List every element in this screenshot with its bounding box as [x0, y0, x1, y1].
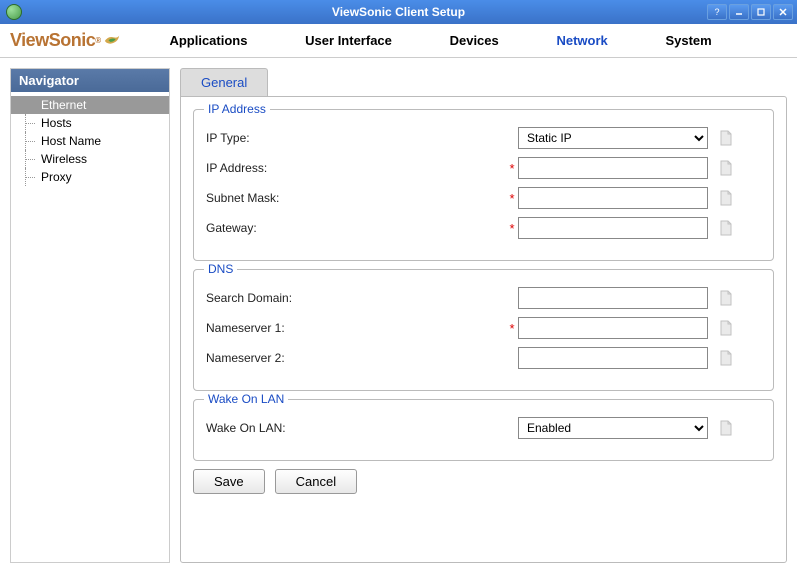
topnav-system[interactable]: System [657, 29, 719, 52]
gateway-label: Gateway: [206, 221, 506, 235]
wol-label: Wake On LAN: [206, 421, 506, 435]
sidebar-item-hosts[interactable]: Hosts [11, 114, 169, 132]
general-panel: IP Address IP Type: Static IP IP Address… [180, 96, 787, 563]
topnav-network[interactable]: Network [548, 29, 615, 52]
brand-name: ViewSonic [10, 30, 95, 51]
search-domain-row: Search Domain: [206, 286, 761, 310]
nameserver1-required: * [506, 321, 518, 336]
sidebar-item-ethernet[interactable]: Ethernet [11, 96, 169, 114]
window-minimize-button[interactable] [729, 4, 749, 20]
file-icon[interactable] [716, 218, 736, 238]
navigator-sidebar: Navigator Ethernet Hosts Host Name Wirel… [10, 68, 170, 563]
wol-group: Wake On LAN Wake On LAN: Enabled [193, 399, 774, 461]
subnet-mask-required: * [506, 191, 518, 206]
nameserver2-label: Nameserver 2: [206, 351, 506, 365]
nameserver2-input[interactable] [518, 347, 708, 369]
dns-legend: DNS [204, 262, 237, 276]
sidebar-header: Navigator [11, 69, 169, 92]
file-icon[interactable] [716, 348, 736, 368]
sidebar-item-proxy[interactable]: Proxy [11, 168, 169, 186]
file-icon[interactable] [716, 288, 736, 308]
nameserver1-row: Nameserver 1: * [206, 316, 761, 340]
app-orb-icon [6, 4, 22, 20]
search-domain-label: Search Domain: [206, 291, 506, 305]
wol-select[interactable]: Enabled [518, 417, 708, 439]
topnav-applications[interactable]: Applications [161, 29, 255, 52]
gateway-row: Gateway: * [206, 216, 761, 240]
save-button[interactable]: Save [193, 469, 265, 494]
brand-registered: ® [95, 36, 100, 45]
nameserver1-label: Nameserver 1: [206, 321, 506, 335]
subnet-mask-label: Subnet Mask: [206, 191, 506, 205]
sidebar-item-host-name[interactable]: Host Name [11, 132, 169, 150]
file-icon[interactable] [716, 418, 736, 438]
search-domain-input[interactable] [518, 287, 708, 309]
ip-address-legend: IP Address [204, 102, 270, 116]
subnet-mask-row: Subnet Mask: * [206, 186, 761, 210]
nameserver1-input[interactable] [518, 317, 708, 339]
subnet-mask-input[interactable] [518, 187, 708, 209]
button-row: Save Cancel [193, 469, 774, 494]
ip-address-row: IP Address: * [206, 156, 761, 180]
window-titlebar: ViewSonic Client Setup ? [0, 0, 797, 24]
sidebar-item-wireless[interactable]: Wireless [11, 150, 169, 168]
nameserver2-row: Nameserver 2: [206, 346, 761, 370]
gateway-input[interactable] [518, 217, 708, 239]
window-close-button[interactable] [773, 4, 793, 20]
tab-bar: General [180, 68, 787, 96]
file-icon[interactable] [716, 128, 736, 148]
content-area: General IP Address IP Type: Static IP IP… [180, 68, 787, 563]
ip-address-label: IP Address: [206, 161, 506, 175]
wol-legend: Wake On LAN [204, 392, 288, 406]
sidebar-tree: Ethernet Hosts Host Name Wireless Proxy [11, 92, 169, 190]
ip-address-required: * [506, 161, 518, 176]
file-icon[interactable] [716, 158, 736, 178]
main-area: Navigator Ethernet Hosts Host Name Wirel… [0, 58, 797, 573]
tab-general[interactable]: General [180, 68, 268, 96]
topnav-devices[interactable]: Devices [442, 29, 507, 52]
window-maximize-button[interactable] [751, 4, 771, 20]
brand-logo: ViewSonic® [10, 30, 121, 51]
window-title: ViewSonic Client Setup [332, 5, 465, 19]
cancel-button[interactable]: Cancel [275, 469, 357, 494]
ip-address-group: IP Address IP Type: Static IP IP Address… [193, 109, 774, 261]
dns-group: DNS Search Domain: Nameserver 1: * Names… [193, 269, 774, 391]
topnav-user-interface[interactable]: User Interface [297, 29, 400, 52]
wol-row: Wake On LAN: Enabled [206, 416, 761, 440]
ip-type-select[interactable]: Static IP [518, 127, 708, 149]
file-icon[interactable] [716, 318, 736, 338]
bird-icon [103, 32, 121, 50]
window-help-button[interactable]: ? [707, 4, 727, 20]
ip-type-label: IP Type: [206, 131, 506, 145]
window-controls: ? [707, 4, 797, 20]
ip-address-input[interactable] [518, 157, 708, 179]
svg-text:?: ? [714, 7, 719, 17]
ip-type-row: IP Type: Static IP [206, 126, 761, 150]
topnav-items: Applications User Interface Devices Netw… [141, 29, 741, 52]
gateway-required: * [506, 221, 518, 236]
top-nav: ViewSonic® Applications User Interface D… [0, 24, 797, 58]
file-icon[interactable] [716, 188, 736, 208]
